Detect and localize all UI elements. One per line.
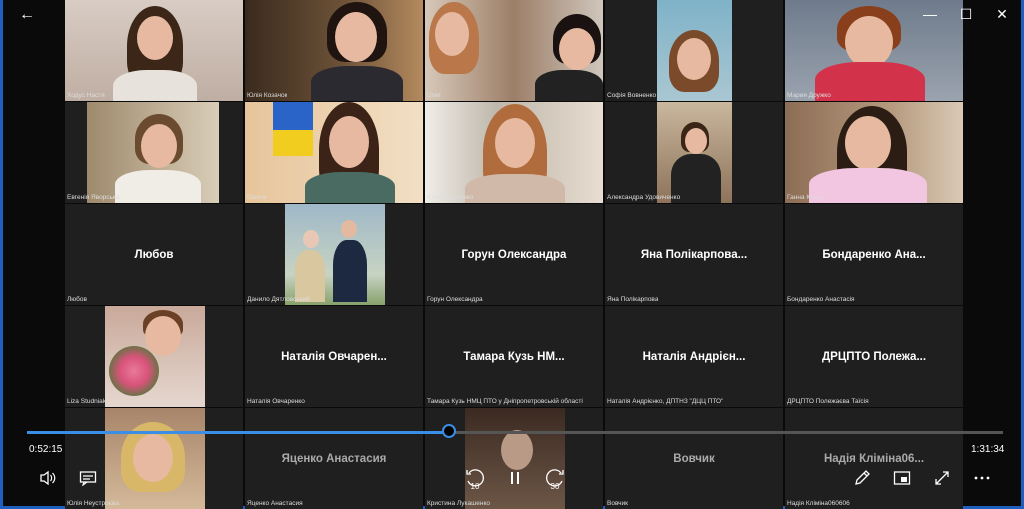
participant-caption: Юлія Корнієнко xyxy=(427,194,474,201)
more-options-button[interactable] xyxy=(969,465,995,491)
participant-tile: Вовчик Вовчик xyxy=(605,408,783,509)
participant-tile: Наталія Андрієн... Наталія Андрієнко, ДП… xyxy=(605,306,783,407)
participant-tile: Юлія Козачок xyxy=(245,0,423,101)
participant-caption: Liza Studniak xyxy=(67,398,107,405)
participant-caption: Бондаренко Анастасія xyxy=(787,296,855,303)
participant-tile: Софія Вовненко xyxy=(605,0,783,101)
fullscreen-button[interactable] xyxy=(929,465,955,491)
participant-tile: Кристина Лукашенко xyxy=(425,408,603,509)
close-icon: ✕ xyxy=(996,5,1008,22)
participant-tile: Александра Удовиченко xyxy=(605,102,783,203)
seek-bar[interactable] xyxy=(27,424,1003,438)
participant-name: Надія Кліміна06... xyxy=(823,452,925,465)
close-button[interactable]: ✕ xyxy=(984,0,1020,28)
window-controls: — ☐ ✕ xyxy=(912,0,1020,28)
participant-caption: Мария Дружко xyxy=(787,92,831,99)
rewind-button[interactable]: 10 xyxy=(462,465,488,491)
participant-tile: ДРЦПТО Полежа... ДРЦПТО Полежаєва Таїсія xyxy=(785,306,963,407)
participant-caption: Наталія Овчаренко xyxy=(247,398,305,405)
fullscreen-icon xyxy=(935,471,949,485)
participant-tile: Ходус Настя xyxy=(65,0,243,101)
participant-name: Наталія Овчарен... xyxy=(281,350,387,363)
participant-caption: Александра Удовиченко xyxy=(607,194,681,201)
captions-icon xyxy=(79,471,97,486)
participant-caption: Вовчик xyxy=(607,500,628,507)
participant-name: Вовчик xyxy=(673,452,715,465)
mini-view-button[interactable] xyxy=(889,465,915,491)
minimize-icon: — xyxy=(923,6,937,22)
participant-name: Тамара Кузь НМ... xyxy=(463,350,565,363)
video-player-window: Ходус Настя Юлія Козачок User Софія Вовн… xyxy=(0,0,1024,509)
seek-bar-progress xyxy=(27,431,449,434)
pause-icon xyxy=(511,472,519,484)
elapsed-time: 0:52:15 xyxy=(29,444,63,455)
participant-tile: Ганна Клець xyxy=(785,102,963,203)
participant-name: Горун Олександра xyxy=(461,248,567,261)
participant-caption: Софія Вовненко xyxy=(607,92,657,99)
participant-caption: Ходус Настя xyxy=(67,92,105,99)
participant-caption: Данило Дятловський xyxy=(247,296,310,303)
participant-tile: Горун Олександра Горун Олександра xyxy=(425,204,603,305)
participant-caption: User xyxy=(427,92,441,99)
participant-caption: Darina xyxy=(247,194,267,201)
captions-button[interactable] xyxy=(75,465,101,491)
participant-caption: Наталія Андрієнко, ДПТНЗ "ДЦЦ ПТО" xyxy=(607,398,724,405)
participant-tile: Тамара Кузь НМ... Тамара Кузь НМЦ ПТО у … xyxy=(425,306,603,407)
participant-caption: Яценко Анастасия xyxy=(247,500,303,507)
pause-button[interactable] xyxy=(502,465,528,491)
participant-name: Яна Полікарпова... xyxy=(640,248,748,261)
seek-thumb[interactable] xyxy=(441,424,456,438)
volume-icon xyxy=(40,470,56,486)
participant-name: Яценко Анастасия xyxy=(281,452,387,465)
participant-tile: User xyxy=(425,0,603,101)
participant-tile: Яценко Анастасия Яценко Анастасия xyxy=(245,408,423,509)
participant-caption: Горун Олександра xyxy=(427,296,483,303)
participant-caption: Ганна Клець xyxy=(787,194,825,201)
participant-tile: Евгенія Яворська xyxy=(65,102,243,203)
participant-caption: Юлія Козачок xyxy=(247,92,288,99)
participant-name: Наталія Андрієн... xyxy=(642,350,746,363)
forward-button[interactable]: 30 xyxy=(542,465,568,491)
more-icon xyxy=(974,476,990,480)
participant-caption: Надія Кліміна060606 xyxy=(787,500,850,507)
participant-tile: Яна Полікарпова... Яна Полікарпова xyxy=(605,204,783,305)
participant-tile: Юлія Корнієнко xyxy=(425,102,603,203)
edit-button[interactable] xyxy=(849,465,875,491)
participant-caption: Юлія Неустроєва xyxy=(67,500,120,507)
participant-tile: Данило Дятловський xyxy=(245,204,423,305)
participant-tile: Любов Любов xyxy=(65,204,243,305)
participant-caption: Кристина Лукашенко xyxy=(427,500,491,507)
participant-tile: Бондаренко Ана... Бондаренко Анастасія xyxy=(785,204,963,305)
participant-name: Любов xyxy=(134,248,174,261)
maximize-icon: ☐ xyxy=(959,5,973,22)
rewind-seconds: 10 xyxy=(470,482,480,491)
participant-tile: Liza Studniak xyxy=(65,306,243,407)
mini-view-icon xyxy=(893,471,911,485)
participant-caption: Любов xyxy=(67,296,87,303)
participant-tile: Darina xyxy=(245,102,423,203)
participant-tile: Наталія Овчарен... Наталія Овчаренко xyxy=(245,306,423,407)
total-time: 1:31:34 xyxy=(971,444,1005,455)
participant-caption: Тамара Кузь НМЦ ПТО у Дніпропетровській … xyxy=(427,398,583,405)
participant-name: Бондаренко Ана... xyxy=(822,248,926,261)
maximize-button[interactable]: ☐ xyxy=(948,0,984,28)
pencil-icon xyxy=(855,470,870,485)
participant-tile: Надія Кліміна06... Надія Кліміна060606 xyxy=(785,408,963,509)
minimize-button[interactable]: — xyxy=(912,0,948,28)
participant-tile: Юлія Неустроєва xyxy=(65,408,243,509)
participant-caption: ДРЦПТО Полежаєва Таїсія xyxy=(787,398,869,405)
participant-caption: Яна Полікарпова xyxy=(607,296,659,303)
back-arrow-icon: ← xyxy=(19,6,35,23)
volume-button[interactable] xyxy=(35,465,61,491)
back-button[interactable]: ← xyxy=(13,4,41,26)
participant-caption: Евгенія Яворська xyxy=(67,194,120,201)
forward-seconds: 30 xyxy=(550,482,560,491)
participant-name: ДРЦПТО Полежа... xyxy=(821,350,927,363)
